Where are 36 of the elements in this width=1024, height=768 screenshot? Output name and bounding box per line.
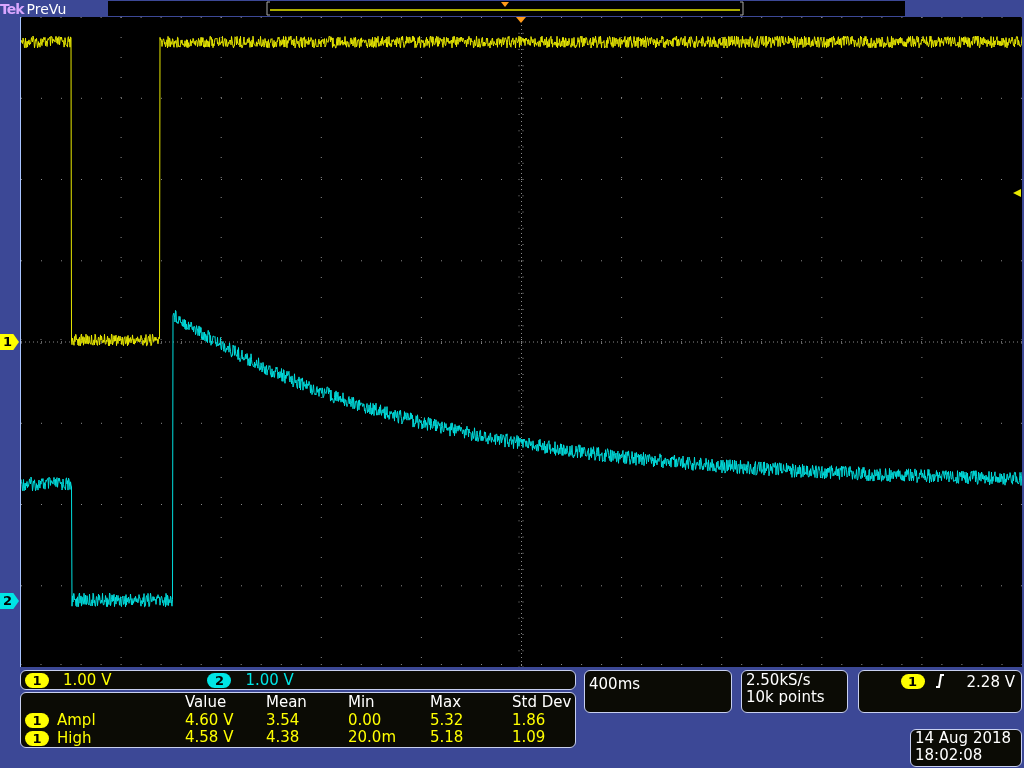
- table-cell-text: 5.18: [430, 729, 465, 747]
- record-length-readout: 10k points: [746, 689, 826, 706]
- volts-per-division-readout: 1.00 V: [245, 671, 294, 689]
- table-cell-text: 5.32: [430, 711, 465, 730]
- mode-label: PreVu: [26, 0, 67, 17]
- table-cell-text: 4.58 V: [185, 729, 235, 747]
- trigger-level-readout: 2.28 V: [966, 674, 1015, 691]
- table-cell-text: 0.00: [348, 711, 383, 730]
- table-cell-text: 20.0m: [348, 729, 397, 747]
- column-header: Value: [185, 694, 228, 712]
- table-cell-text: 4.60 V: [185, 711, 235, 730]
- rising-edge-icon: [934, 674, 945, 688]
- channel-badge: 1: [900, 674, 925, 689]
- channel-badge: 1: [25, 672, 49, 688]
- date-readout: 14 Aug 2018: [915, 730, 1013, 747]
- table-cell-text: 1.86: [512, 711, 547, 730]
- timebase-readout: 400ms: [589, 675, 641, 693]
- channel-badge: 1: [25, 713, 49, 728]
- column-header: Min: [348, 694, 376, 712]
- measurement-name: High: [57, 729, 92, 747]
- brand-label: Tek: [0, 0, 24, 17]
- channel-marker[interactable]: 1: [0, 334, 19, 350]
- sample-rate-readout: 2.50kS/s: [746, 672, 812, 689]
- column-header: Std Dev: [512, 694, 572, 712]
- channel-marker[interactable]: 2: [0, 593, 19, 609]
- time-readout: 18:02:08: [915, 747, 984, 764]
- table-cell-text: 1.09: [512, 729, 547, 747]
- column-header: Max: [430, 694, 462, 712]
- column-header: Mean: [266, 694, 308, 712]
- channel-badge: 1: [25, 730, 49, 746]
- measurement-name: Ampl: [57, 712, 96, 729]
- trigger-level-icon: [1013, 189, 1021, 197]
- volts-per-division-readout: 1.00 V: [63, 671, 112, 689]
- channel-badge: 2: [207, 672, 232, 688]
- table-cell-text: 3.54: [266, 711, 301, 730]
- table-cell-text: 4.38: [266, 729, 301, 747]
